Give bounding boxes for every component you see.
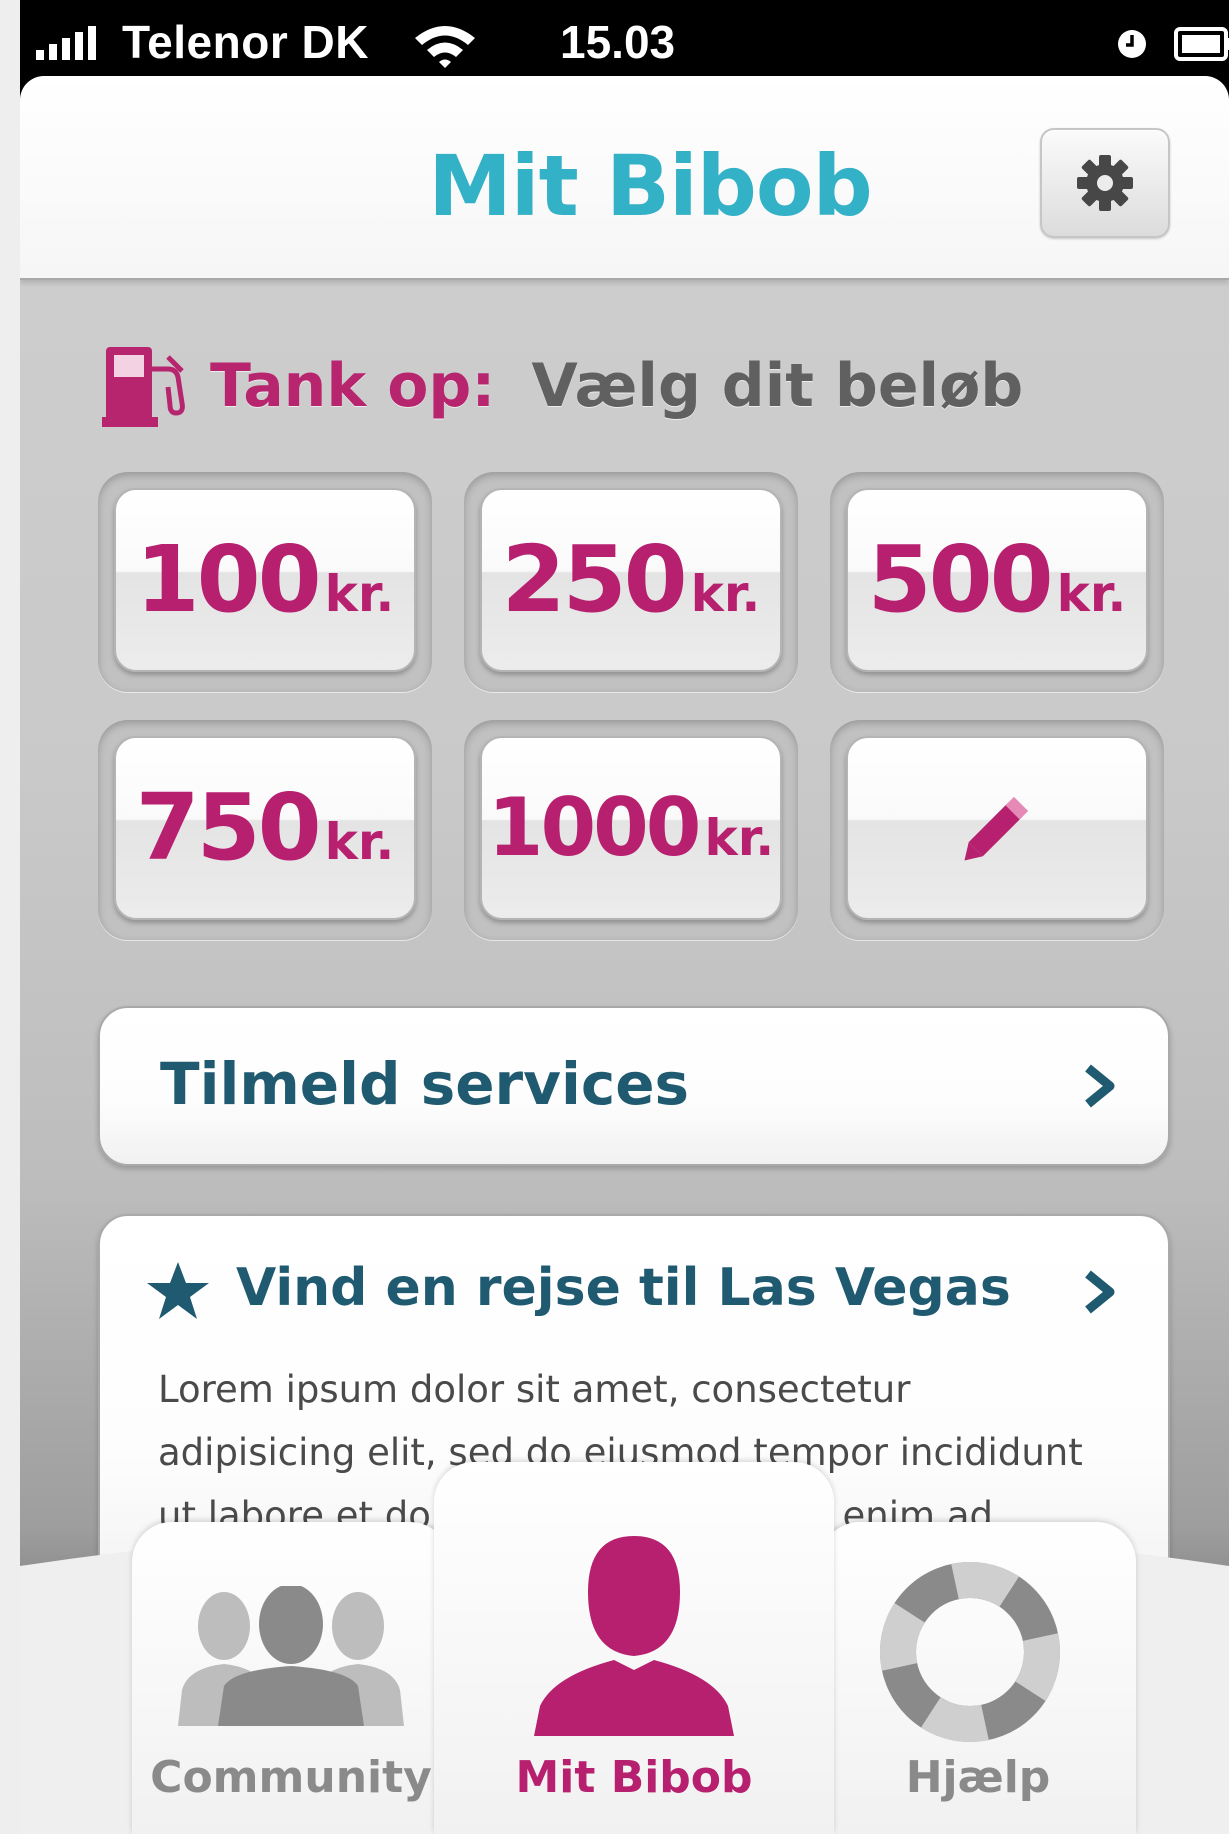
amount-value: 1000 (487, 781, 702, 874)
amount-value: 500 (867, 526, 1054, 633)
amount-button-1000[interactable]: 1000 kr. (480, 736, 782, 920)
pencil-icon (964, 796, 1029, 861)
subscribe-services-label: Tilmeld services (160, 1050, 690, 1118)
page-title: Mit Bibob (428, 137, 873, 235)
custom-amount-button[interactable] (846, 736, 1148, 920)
tab-help[interactable]: Hjælp (820, 1522, 1136, 1834)
amount-well: 750 kr. (98, 720, 432, 940)
amount-well: 500 kr. (830, 472, 1164, 692)
chevron-right-icon (1085, 1064, 1115, 1108)
amount-unit: kr. (1056, 565, 1127, 623)
carrier-name: Telenor DK (122, 16, 369, 68)
status-time: 15.03 (560, 16, 676, 68)
status-bar: Telenor DK 15.03 (20, 0, 1229, 76)
amount-unit: kr. (324, 565, 395, 623)
amount-button-100[interactable]: 100 kr. (114, 488, 416, 672)
amount-value: 100 (135, 526, 322, 633)
tab-label: Hjælp (905, 1752, 1051, 1803)
amount-button-250[interactable]: 250 kr. (480, 488, 782, 672)
choose-amount-label: Vælg dit beløb (531, 351, 1024, 421)
subscribe-services-button[interactable]: Tilmeld services (98, 1006, 1170, 1166)
tab-community[interactable]: Community (132, 1522, 450, 1834)
signal-strength-icon (36, 26, 96, 60)
battery-icon (1174, 27, 1229, 61)
amount-well: 1000 kr. (464, 720, 798, 940)
outer-margin-left (0, 0, 20, 1834)
amount-unit: kr. (324, 813, 395, 871)
settings-button[interactable] (1040, 128, 1170, 238)
alarm-clock-icon (1118, 30, 1146, 58)
amount-well (830, 720, 1164, 940)
amount-well: 250 kr. (464, 472, 798, 692)
gear-icon (1077, 155, 1133, 211)
community-icon (178, 1586, 404, 1726)
fuel-pump-icon (102, 347, 185, 427)
promo-title: Vind en rejse til Las Vegas (236, 1258, 1011, 1318)
amount-value: 250 (501, 526, 688, 633)
amount-button-750[interactable]: 750 kr. (114, 736, 416, 920)
tab-label: Mit Bibob (515, 1752, 753, 1803)
tank-up-label: Tank op: (210, 351, 496, 421)
amount-unit: kr. (704, 809, 775, 867)
amount-value: 750 (135, 774, 322, 881)
phone-screen: Telenor DK 15.03 Mit Bibob Tank op: Vælg… (20, 0, 1229, 1834)
chevron-right-icon (1085, 1270, 1115, 1314)
amount-button-500[interactable]: 500 kr. (846, 488, 1148, 672)
star-icon (147, 1262, 209, 1319)
tank-up-heading: Tank op: Vælg dit beløb (102, 336, 1023, 436)
amount-unit: kr. (690, 565, 761, 623)
tab-mit-bibob[interactable]: Mit Bibob (434, 1462, 834, 1834)
app-screen: Mit Bibob Tank op: Vælg dit beløb 100 kr… (20, 76, 1229, 1834)
navigation-bar: Mit Bibob (20, 76, 1229, 280)
amount-well: 100 kr. (98, 472, 432, 692)
person-icon (534, 1536, 734, 1736)
lifebuoy-icon (880, 1562, 1060, 1742)
tab-label: Community (150, 1752, 432, 1803)
wifi-icon (415, 26, 475, 68)
